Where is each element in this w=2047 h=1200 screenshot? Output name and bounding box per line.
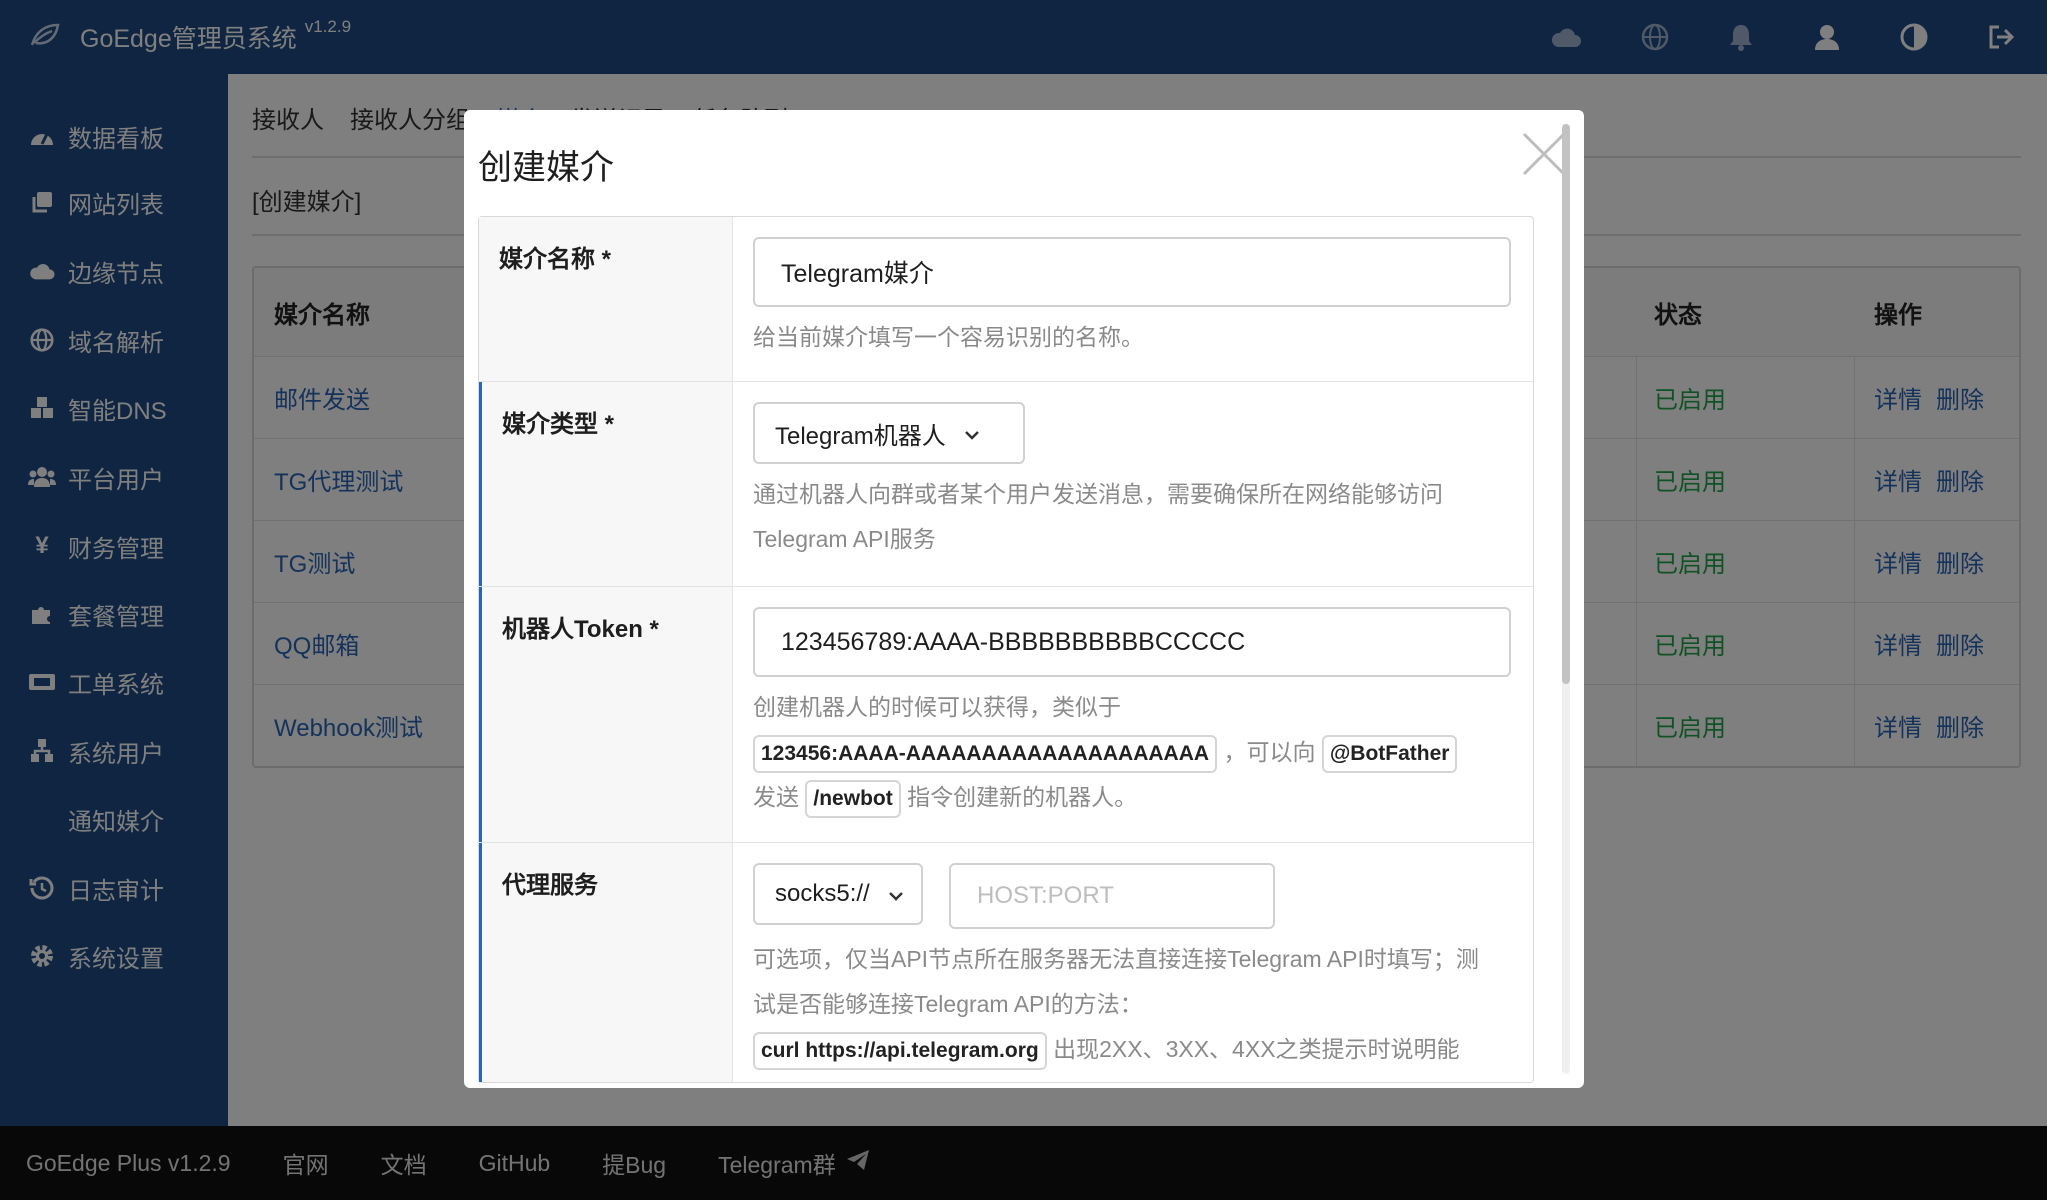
hint-text: 创建机器人的时候可以获得，类似于 — [753, 694, 1121, 720]
hint-text: 发送 — [753, 784, 799, 810]
proxy-host-input[interactable]: HOST:PORT — [949, 863, 1275, 929]
chevron-down-icon — [964, 419, 980, 447]
hint-text: 可选项，仅当API节点所在服务器无法直接连接Telegram API时填写；测试… — [753, 946, 1479, 1017]
bot-token-input[interactable]: 123456789:AAAA-BBBBBBBBBBCCCCC — [753, 607, 1511, 677]
field-label-type: 媒介类型 * — [479, 382, 733, 586]
form-row-token: 机器人Token * 123456789:AAAA-BBBBBBBBBBCCCC… — [479, 586, 1533, 842]
field-value-proxy: socks5:// HOST:PORT 可选项，仅当API节点所在服务器无法直接… — [733, 843, 1533, 1082]
field-value-type: Telegram机器人 通过机器人向群或者某个用户发送消息，需要确保所在网络能够… — [733, 382, 1533, 586]
scrollbar-thumb[interactable] — [1562, 124, 1570, 684]
media-type-select[interactable]: Telegram机器人 — [753, 402, 1025, 464]
form-row-name: 媒介名称 * Telegram媒介 给当前媒介填写一个容易识别的名称。 — [479, 217, 1533, 381]
token-example-code: 123456:AAAA-AAAAAAAAAAAAAAAAAAAA — [753, 734, 1218, 773]
media-form: 媒介名称 * Telegram媒介 给当前媒介填写一个容易识别的名称。 媒介类型… — [478, 216, 1534, 1083]
proxy-scheme-value: socks5:// — [775, 880, 870, 907]
botfather-code: @BotFather — [1321, 734, 1458, 773]
hint-text: 出现2XX、3XX、4XX之类提示时说明能 — [1053, 1036, 1460, 1062]
field-label-token: 机器人Token * — [479, 587, 733, 842]
form-row-type: 媒介类型 * Telegram机器人 通过机器人向群或者某个用户发送消息，需要确… — [479, 381, 1533, 586]
field-value-name: Telegram媒介 给当前媒介填写一个容易识别的名称。 — [733, 217, 1533, 381]
close-icon[interactable] — [1520, 130, 1568, 178]
proxy-scheme-select[interactable]: socks5:// — [753, 863, 923, 925]
hint-text: ，可以向 — [1223, 739, 1316, 765]
field-hint-name: 给当前媒介填写一个容易识别的名称。 — [753, 324, 1144, 350]
chevron-down-icon — [888, 880, 904, 908]
field-hint-type: 通过机器人向群或者某个用户发送消息，需要确保所在网络能够访问Telegram A… — [753, 481, 1443, 552]
field-hint-token: 创建机器人的时候可以获得，类似于 123456:AAAA-AAAAAAAAAAA… — [753, 685, 1513, 820]
hint-text: 指令创建新的机器人。 — [907, 784, 1138, 810]
curl-command-code: curl https://api.telegram.org — [753, 1031, 1047, 1070]
field-label-name: 媒介名称 * — [479, 217, 733, 381]
field-hint-proxy: 可选项，仅当API节点所在服务器无法直接连接Telegram API时填写；测试… — [753, 937, 1493, 1072]
create-media-dialog: 创建媒介 媒介名称 * Telegram媒介 给当前媒介填写一个容易识别的名称。… — [464, 110, 1584, 1088]
media-type-value: Telegram机器人 — [775, 422, 946, 450]
proxy-inputs: socks5:// HOST:PORT — [753, 863, 1513, 929]
field-value-token: 123456789:AAAA-BBBBBBBBBBCCCCC 创建机器人的时候可… — [733, 587, 1533, 842]
dialog-title: 创建媒介 — [478, 149, 614, 187]
newbot-code: /newbot — [805, 779, 901, 818]
media-name-input[interactable]: Telegram媒介 — [753, 237, 1511, 307]
field-label-proxy: 代理服务 — [479, 843, 733, 1082]
form-row-proxy: 代理服务 socks5:// HOST:PORT 可选项，仅当API节点所在服务… — [479, 842, 1533, 1082]
